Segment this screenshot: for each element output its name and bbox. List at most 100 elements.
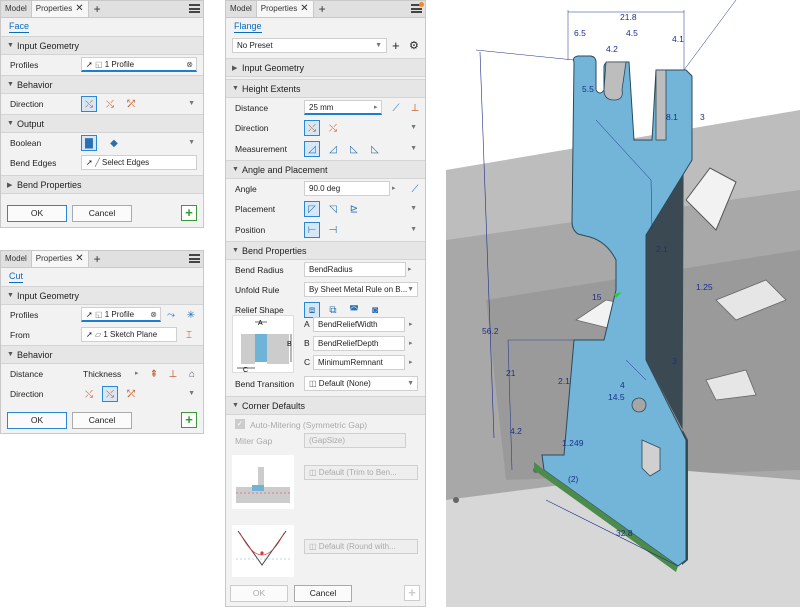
extent-to-icon[interactable]: ⊥	[165, 366, 181, 382]
tab-model[interactable]: Model	[226, 1, 257, 17]
chevron-right-icon[interactable]: ▸	[409, 358, 413, 366]
dim-4-5[interactable]: 4.5	[626, 28, 638, 38]
angle-reference-icon[interactable]: ⟋	[407, 181, 423, 197]
dim-56-2[interactable]: 56.2	[482, 326, 499, 336]
add-tab-icon[interactable]: +	[89, 2, 106, 16]
apply-plus-button[interactable]: +	[404, 585, 420, 601]
corner-relief-select[interactable]: ◫ Default (Trim to Ben...	[304, 465, 418, 480]
ok-button[interactable]: OK	[7, 412, 67, 429]
height-datum-icon[interactable]: ⟋	[388, 100, 404, 116]
cut-normal-icon[interactable]: ✳	[183, 307, 199, 323]
clear-icon[interactable]: ⊗	[186, 60, 193, 69]
tab-model[interactable]: Model	[1, 251, 32, 267]
ok-button[interactable]: OK	[230, 585, 288, 602]
placement-default-icon[interactable]: ◸	[304, 201, 320, 217]
from-selector[interactable]: ➚ ▱ 1 Sketch Plane	[81, 327, 177, 342]
preset-select[interactable]: No Preset ▼	[232, 38, 387, 53]
position-outside-icon[interactable]: ⊣	[325, 222, 341, 238]
angle-input[interactable]: 90.0 deg	[304, 181, 390, 196]
miter-gap-input[interactable]: (GapSize)	[304, 433, 406, 448]
dim-49[interactable]: 49	[574, 438, 584, 448]
add-preset-icon[interactable]: +	[392, 38, 400, 53]
menu-icon[interactable]	[189, 254, 200, 263]
distance-value[interactable]: Thickness	[83, 369, 121, 379]
chevron-down-icon[interactable]: ▼	[410, 226, 417, 233]
corner-round-select[interactable]: ◫ Default (Round with...	[304, 539, 418, 554]
profiles-selector[interactable]: ➚ ◱ 1 Profile ⊗	[81, 307, 161, 322]
position-inside-icon[interactable]: ⊢	[304, 222, 320, 238]
placement-flip-icon[interactable]: ◹	[325, 201, 341, 217]
new-solid-icon[interactable]: ◆	[106, 135, 122, 151]
measure-outer-icon[interactable]: ◿	[304, 141, 320, 157]
dim-4-1[interactable]: 4.1	[672, 34, 684, 44]
dim-2-1-mid[interactable]: 2.1	[656, 244, 668, 254]
chevron-right-icon[interactable]: ▸	[135, 369, 139, 377]
dim-6-5[interactable]: 6.5	[574, 28, 586, 38]
bend-transition-select[interactable]: ◫ Default (None) ▼	[304, 376, 418, 391]
join-icon[interactable]: ▇	[81, 135, 97, 151]
direction-default-icon[interactable]: ⤯	[81, 96, 97, 112]
dim-2-1-low[interactable]: 2.1	[558, 376, 570, 386]
chevron-right-icon[interactable]: ▸	[374, 103, 378, 111]
dim-14-5[interactable]: 14.5	[608, 392, 625, 402]
dim-32-8[interactable]: 32.8	[616, 528, 633, 538]
terminator-icon[interactable]: ⌶	[181, 327, 197, 343]
section-angle-placement[interactable]: ▼ Angle and Placement	[226, 160, 425, 179]
unfold-rule-select[interactable]: By Sheet Metal Rule on B... ▼	[304, 282, 418, 297]
chevron-down-icon[interactable]: ▼	[410, 124, 417, 131]
gear-icon[interactable]: ⚙	[409, 39, 419, 52]
menu-icon[interactable]	[189, 4, 200, 13]
dim-3-top[interactable]: 3	[700, 112, 705, 122]
relief-b-input[interactable]: BendReliefDepth	[313, 336, 405, 351]
relief-c-input[interactable]: MinimumRemnant	[313, 355, 405, 370]
bend-edges-selector[interactable]: ➚ ╱ Select Edges	[81, 155, 197, 170]
extent-distance-icon[interactable]: ⇞	[146, 366, 162, 382]
chevron-down-icon[interactable]: ▼	[188, 139, 195, 146]
tab-properties[interactable]: Properties ✕	[31, 251, 89, 267]
cut-across-bend-icon[interactable]: ⤳	[163, 307, 179, 323]
dim-4[interactable]: 4	[620, 380, 625, 390]
relief-a-input[interactable]: BendReliefWidth	[313, 317, 405, 332]
cancel-button[interactable]: Cancel	[294, 585, 352, 602]
apply-plus-button[interactable]: +	[181, 412, 197, 428]
measure-orthogonal-icon[interactable]: ◺	[367, 141, 383, 157]
close-icon[interactable]: ✕	[75, 3, 83, 14]
graphics-viewport[interactable]: 21.8 6.5 4.2 4.5 4.1 5.5 8.1 3 2.1 1.25 …	[446, 0, 800, 607]
height-to-icon[interactable]: ⊥	[407, 100, 423, 116]
profiles-selector[interactable]: ➚ ◱ 1 Profile ⊗	[81, 57, 197, 72]
dim-8-1[interactable]: 8.1	[666, 112, 678, 122]
section-input-geometry[interactable]: ▼ Input Geometry	[1, 286, 203, 305]
dim-4-2-low[interactable]: 4.2	[510, 426, 522, 436]
dim-21-8[interactable]: 21.8	[620, 12, 637, 22]
section-behavior[interactable]: ▼ Behavior	[1, 345, 203, 364]
extent-through-icon[interactable]: ⌂	[184, 366, 200, 382]
dim-15[interactable]: 15	[592, 292, 602, 302]
measure-inner-icon[interactable]: ◿	[325, 141, 341, 157]
chevron-down-icon[interactable]: ▼	[410, 205, 417, 212]
close-icon[interactable]: ✕	[300, 3, 308, 14]
chevron-right-icon[interactable]: ▸	[392, 184, 396, 192]
tab-properties[interactable]: Properties ✕	[256, 1, 314, 17]
direction-flip-icon[interactable]: ⤯	[325, 120, 341, 136]
section-height-extents[interactable]: ▼ Height Extents	[226, 79, 425, 98]
section-bend-properties[interactable]: ▶ Bend Properties	[1, 175, 203, 194]
dim-3-mid[interactable]: 3	[672, 356, 677, 366]
apply-plus-button[interactable]: +	[181, 205, 197, 221]
section-behavior[interactable]: ▼ Behavior	[1, 75, 203, 94]
direction-flip-icon[interactable]: ⤯	[102, 386, 118, 402]
direction-default-icon[interactable]: ⤯	[81, 386, 97, 402]
measure-tangent-icon[interactable]: ◺	[346, 141, 362, 157]
chevron-right-icon[interactable]: ▸	[409, 339, 413, 347]
cancel-button[interactable]: Cancel	[72, 412, 132, 429]
direction-flip-icon[interactable]: ⤯	[102, 96, 118, 112]
placement-surface-icon[interactable]: ⊵	[346, 201, 362, 217]
dim-1-2[interactable]: 1.2	[562, 438, 574, 448]
chevron-down-icon[interactable]: ▼	[188, 390, 195, 397]
tab-model[interactable]: Model	[1, 1, 32, 17]
direction-symmetric-icon[interactable]: ⤱	[123, 96, 139, 112]
tab-properties[interactable]: Properties ✕	[31, 1, 89, 17]
dim-4-2-top[interactable]: 4.2	[606, 44, 618, 54]
dim-21[interactable]: 21	[506, 368, 516, 378]
chevron-down-icon[interactable]: ▼	[410, 145, 417, 152]
section-output[interactable]: ▼ Output	[1, 114, 203, 133]
